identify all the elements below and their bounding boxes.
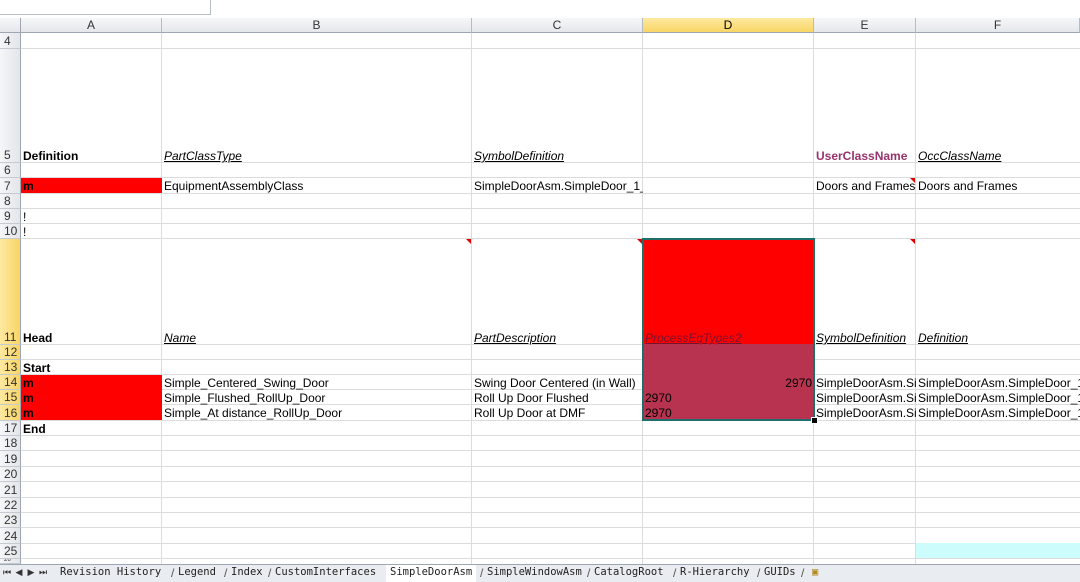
cell-c15[interactable]: Roll Up Door Flushed [472, 390, 643, 405]
cell-e11[interactable]: SymbolDefinition [814, 330, 916, 345]
cell-d11[interactable]: ProcessEqTypes2 [643, 330, 814, 345]
sheet-tab-bar: ⏮ ◀ ▶ ⏭ Revision History / Legend / Inde… [0, 564, 1080, 582]
row-header-12[interactable]: 12 [0, 345, 21, 360]
cell-e15[interactable]: SimpleDoorAsm.Si [814, 390, 916, 405]
row-header-8[interactable]: 8 [0, 194, 21, 209]
cell-f11[interactable]: Definition [916, 330, 1080, 345]
row-header-10[interactable]: 10 [0, 224, 21, 239]
prev-sheet-icon[interactable]: ◀ [14, 567, 24, 578]
cell-f5[interactable]: OccClassName [916, 148, 1080, 163]
cell-a13[interactable]: Start [21, 360, 162, 375]
column-header-a[interactable]: A [21, 18, 162, 33]
column-header-d[interactable]: D [643, 18, 814, 33]
column-header-e[interactable]: E [814, 18, 916, 33]
cell-b7[interactable]: EquipmentAssemblyClass [162, 178, 472, 193]
comment-indicator [637, 239, 642, 244]
cell-e14[interactable]: SimpleDoorAsm.Si [814, 375, 916, 390]
cyan-cell-f25[interactable] [916, 543, 1080, 558]
cell-f14[interactable]: SimpleDoorAsm.SimpleDoor_1_ [916, 375, 1080, 390]
cell-a10[interactable]: ! [21, 224, 162, 239]
cell-f7[interactable]: Doors and Frames [916, 178, 1080, 193]
row-header-25[interactable]: 25 [0, 544, 21, 559]
sheet-tab-custominterfaces[interactable]: CustomInterfaces [271, 565, 380, 580]
comment-indicator [910, 239, 915, 244]
cell-e16[interactable]: SimpleDoorAsm.Si [814, 405, 916, 420]
sheet-tab-r-hierarchy[interactable]: R-Hierarchy [676, 565, 754, 580]
row-header-17[interactable]: 17 [0, 421, 21, 436]
sheet-tab-catalogroot[interactable]: CatalogRoot [590, 565, 668, 580]
cell-c7[interactable]: SimpleDoorAsm.SimpleDoor_1_Sym [472, 178, 643, 193]
row-header-13[interactable]: 13 [0, 360, 21, 375]
row-header-20[interactable]: 20 [0, 467, 21, 482]
cell-a11[interactable]: Head [21, 330, 162, 345]
cell-c11[interactable]: PartDescription [472, 330, 643, 345]
cell-c14[interactable]: Swing Door Centered (in Wall) [472, 375, 643, 390]
cell-b15[interactable]: Simple_Flushed_RollUp_Door [162, 390, 472, 405]
fill-handle[interactable] [811, 417, 818, 424]
cell-a7[interactable]: m [21, 178, 162, 193]
insert-sheet-icon[interactable]: ▣ [808, 565, 822, 580]
row-header-18[interactable]: 18 [0, 436, 21, 451]
cell-b14[interactable]: Simple_Centered_Swing_Door [162, 375, 472, 390]
cell-b5[interactable]: PartClassType [162, 148, 472, 163]
next-sheet-icon[interactable]: ▶ [26, 567, 36, 578]
row-header-7[interactable]: 7 [0, 178, 21, 194]
cell-f16[interactable]: SimpleDoorAsm.SimpleDoor_1_ [916, 405, 1080, 420]
row-header-15[interactable]: 15 [0, 390, 21, 405]
cell-e5[interactable]: UserClassName [814, 148, 916, 163]
cell-a16[interactable]: m [21, 405, 162, 420]
sheet-tab-revision-history[interactable]: Revision History [56, 565, 165, 580]
formula-bar-area [0, 0, 1080, 19]
cell-e7[interactable]: Doors and Frames [814, 178, 916, 193]
row-header-16[interactable]: 16 [0, 405, 21, 421]
select-all-corner[interactable] [0, 18, 21, 33]
cell-d14[interactable]: 2970 [643, 375, 814, 390]
name-box[interactable] [0, 0, 211, 15]
row-header-14[interactable]: 14 [0, 375, 21, 390]
cell-a9[interactable]: ! [21, 209, 162, 224]
cell-a15[interactable]: m [21, 390, 162, 405]
row-header-21[interactable]: 21 [0, 482, 21, 498]
cell-c5[interactable]: SymbolDefinition [472, 148, 643, 163]
column-header-c[interactable]: C [472, 18, 643, 33]
cell-f15[interactable]: SimpleDoorAsm.SimpleDoor_1_ [916, 390, 1080, 405]
sheet-tab-legend[interactable]: Legend [174, 565, 220, 580]
cell-d15[interactable]: 2970 [643, 390, 814, 405]
row-header-24[interactable]: 24 [0, 528, 21, 544]
last-sheet-icon[interactable]: ⏭ [38, 567, 48, 578]
comment-indicator [466, 239, 471, 244]
column-header-f[interactable]: F [916, 18, 1080, 33]
sheet-tab-simplewindowasm[interactable]: SimpleWindowAsm [483, 565, 586, 580]
row-header-19[interactable]: 19 [0, 451, 21, 467]
row-header-6[interactable]: 6 [0, 163, 21, 178]
column-header-b[interactable]: B [162, 18, 472, 33]
comment-indicator [910, 178, 915, 183]
row-header-5[interactable]: 5 [0, 49, 21, 163]
cell-a5[interactable]: Definition [21, 148, 162, 163]
cell-c16[interactable]: Roll Up Door at DMF [472, 405, 643, 420]
row-header-22[interactable]: 22 [0, 498, 21, 513]
sheet-tab-guids[interactable]: GUIDs [760, 565, 800, 580]
cell-a17[interactable]: End [21, 421, 162, 436]
sheet-tab-index[interactable]: Index [227, 565, 267, 580]
row-header-11[interactable]: 11 [0, 239, 21, 345]
row-header-4[interactable]: 4 [0, 33, 21, 49]
cell-a14[interactable]: m [21, 375, 162, 390]
cell-b11[interactable]: Name [162, 330, 472, 345]
sheet-tab-simpledoorasm[interactable]: SimpleDoorAsm [386, 565, 477, 582]
row-header-23[interactable]: 23 [0, 513, 21, 528]
cell-b16[interactable]: Simple_At distance_RollUp_Door [162, 405, 472, 420]
row-header-9[interactable]: 9 [0, 209, 21, 224]
cell-d16[interactable]: 2970 [643, 405, 814, 420]
first-sheet-icon[interactable]: ⏮ [2, 567, 12, 578]
